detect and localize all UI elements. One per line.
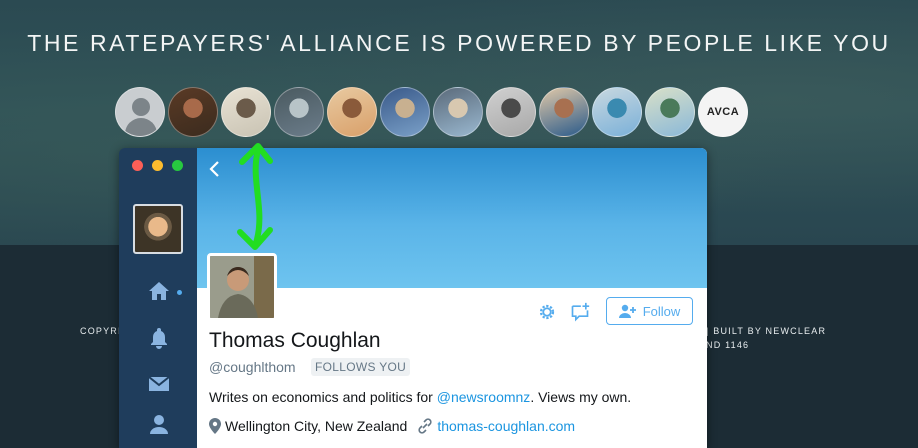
profile-bio: Writes on economics and politics for @ne…	[209, 389, 631, 405]
supporter-logo: AVCA	[698, 87, 748, 137]
profile-location: Wellington City, New Zealand	[225, 418, 408, 434]
chevron-left-icon[interactable]	[207, 160, 223, 178]
profile-handle[interactable]: @coughlthom	[209, 359, 296, 375]
twitter-sidebar	[119, 148, 197, 448]
home-unread-dot	[177, 290, 182, 295]
profile-photo[interactable]	[207, 253, 277, 321]
profile-icon[interactable]	[147, 412, 171, 436]
bio-text-prefix: Writes on economics and politics for	[209, 389, 437, 405]
supporter-avatar	[486, 87, 536, 137]
supporter-avatar	[327, 87, 377, 137]
link-icon	[418, 418, 432, 434]
supporter-avatar	[168, 87, 218, 137]
bio-mention-link[interactable]: @newsroomnz	[437, 389, 531, 405]
follow-button-label: Follow	[642, 303, 681, 319]
minimize-window-button[interactable]	[152, 160, 163, 171]
notifications-icon[interactable]	[147, 326, 171, 350]
hero-headline: THE RATEPAYERS' ALLIANCE IS POWERED BY P…	[27, 30, 891, 56]
logo-text: AVCA	[706, 106, 740, 118]
supporter-avatars: AVCA	[115, 87, 748, 137]
supporter-avatar	[221, 87, 271, 137]
green-double-arrow-annotation	[237, 143, 273, 250]
gear-icon[interactable]	[538, 303, 556, 321]
home-icon[interactable]	[147, 279, 171, 303]
supporter-avatar	[592, 87, 642, 137]
profile-name: Thomas Coughlan	[209, 329, 381, 352]
follows-you-badge: FOLLOWS YOU	[311, 358, 411, 376]
messages-icon[interactable]	[147, 372, 171, 396]
footer-copyright: COPYRI	[80, 326, 122, 336]
supporter-avatar	[539, 87, 589, 137]
supporter-avatar	[274, 87, 324, 137]
bio-text-suffix: . Views my own.	[530, 389, 632, 405]
close-window-button[interactable]	[132, 160, 143, 171]
account-avatar[interactable]	[133, 204, 183, 254]
supporter-avatar	[645, 87, 695, 137]
default-avatar-icon	[115, 87, 165, 137]
direct-message-icon[interactable]	[570, 302, 590, 322]
profile-website-link[interactable]: thomas-coughlan.com	[437, 418, 575, 434]
profile-meta: Wellington City, New Zealand thomas-coug…	[209, 418, 575, 434]
footer-address: ND 1146	[706, 340, 750, 350]
location-pin-icon	[209, 418, 221, 434]
zoom-window-button[interactable]	[172, 160, 183, 171]
twitter-window: Follow Thomas Coughlan @coughlthom FOLLO…	[119, 148, 707, 448]
supporter-avatar	[433, 87, 483, 137]
footer-credit: | BUILT BY NEWCLEAR	[706, 326, 827, 336]
follow-button[interactable]: Follow	[606, 297, 693, 325]
add-user-icon	[618, 304, 636, 318]
supporter-avatar	[380, 87, 430, 137]
